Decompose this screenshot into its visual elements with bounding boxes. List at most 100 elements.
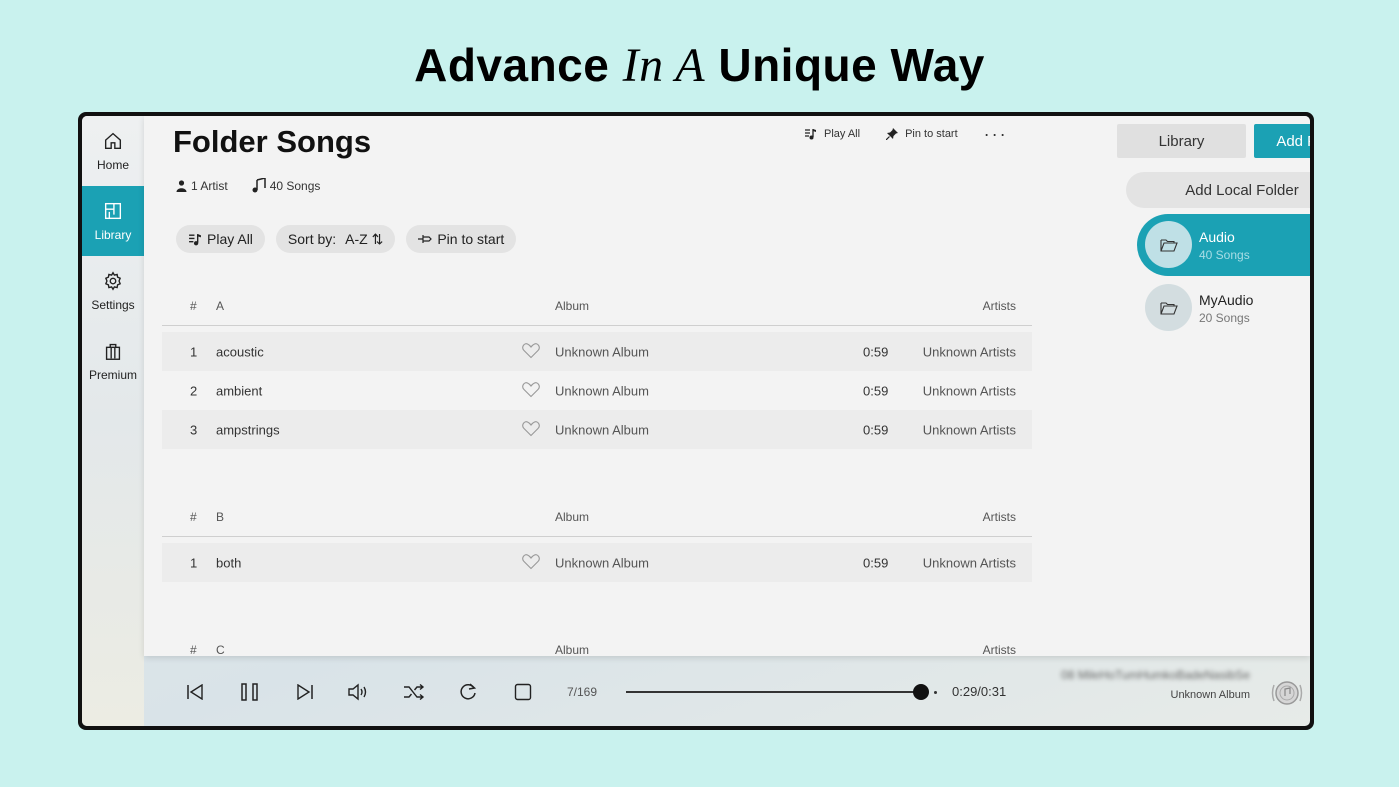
skip-next-icon <box>297 684 313 700</box>
action-pills: Play All Sort by: A-Z ⇅ Pin to start <box>176 225 517 253</box>
home-icon <box>104 132 122 150</box>
playback-time: 0:29/0:31 <box>952 684 1007 699</box>
col-num: # <box>190 298 197 313</box>
row-duration: 0:59 <box>863 422 889 437</box>
person-icon <box>176 179 187 192</box>
pause-button[interactable] <box>238 681 262 703</box>
stop-icon <box>514 683 532 701</box>
nav-item-home[interactable]: Home <box>82 116 144 186</box>
header-play-all[interactable]: Play All <box>804 128 860 140</box>
row-artist: Unknown Artists <box>922 383 1016 398</box>
headline-part-1: Advance <box>414 39 610 91</box>
folder-open-icon <box>1159 238 1178 252</box>
nav-label-home: Home <box>96 158 129 172</box>
nav-item-settings[interactable]: Settings <box>82 256 144 326</box>
row-title: ambient <box>216 383 263 398</box>
folder-item-audio[interactable]: Audio 40 Songs <box>1137 214 1310 276</box>
row-album: Unknown Album <box>555 344 649 359</box>
heart-icon[interactable] <box>522 342 540 361</box>
sort-value: A-Z ⇅ <box>345 230 384 247</box>
headline-part-3: Unique Way <box>718 39 985 91</box>
heart-icon[interactable] <box>522 381 540 400</box>
now-playing-title: 08 MileHoTumHumkoBadeNasibSe <box>1061 668 1250 682</box>
col-album: Album <box>555 509 590 524</box>
table-row[interactable]: 3 ampstrings Unknown Album 0:59 Unknown … <box>162 410 1032 449</box>
folder-sidebar: Library Add Folder Add Local Folder Audi… <box>1114 116 1310 656</box>
nav-item-library[interactable]: Library <box>82 186 144 256</box>
row-title: both <box>216 555 242 570</box>
col-album: Album <box>555 298 590 313</box>
pin-icon <box>418 235 433 243</box>
header-pin-label: Pin to start <box>905 128 958 140</box>
nav-label-premium: Premium <box>88 368 137 382</box>
songs-table: # A Album Artists 1 acoustic Unknown Alb… <box>162 286 1032 670</box>
row-duration: 0:59 <box>863 383 889 398</box>
track-position: 7/169 <box>567 685 598 699</box>
skip-previous-icon <box>187 684 203 700</box>
folder-item-myaudio[interactable]: MyAudio 20 Songs <box>1137 277 1310 339</box>
progress-end-dot <box>934 691 937 694</box>
folder-name: MyAudio <box>1199 292 1254 308</box>
play-all-button[interactable]: Play All <box>176 225 265 253</box>
sort-dropdown[interactable]: Sort by: A-Z ⇅ <box>275 225 396 253</box>
device-frame: Home Library Settings Premium Folder Son… <box>78 112 1314 730</box>
nav-item-premium[interactable]: Premium <box>82 326 144 396</box>
pause-icon <box>241 683 258 701</box>
artist-count: 1 Artist <box>176 179 228 193</box>
header-pin-to-start[interactable]: Pin to start <box>886 128 958 140</box>
album-art-icon <box>1271 681 1303 705</box>
add-local-folder-button[interactable]: Add Local Folder <box>1126 172 1310 208</box>
previous-button[interactable] <box>184 681 206 703</box>
folder-count: 40 Songs <box>1199 248 1250 262</box>
row-artist: Unknown Artists <box>922 555 1016 570</box>
volume-icon <box>348 683 367 701</box>
folder-open-icon <box>1159 301 1178 315</box>
playlist-icon <box>189 233 201 245</box>
page-title: Folder Songs <box>173 124 372 159</box>
volume-button[interactable] <box>347 681 371 703</box>
group-letter: A <box>216 298 225 313</box>
folder-count: 20 Songs <box>1199 311 1250 325</box>
folder-avatar <box>1145 221 1192 268</box>
folder-meta: 1 Artist 40 Songs <box>176 178 320 193</box>
row-title: acoustic <box>216 344 264 359</box>
progress-track[interactable] <box>626 691 918 693</box>
main-panel: Folder Songs 1 Artist 40 Songs Play All … <box>144 116 1310 657</box>
group-letter: C <box>216 643 225 657</box>
col-num: # <box>190 509 197 524</box>
playlist-icon <box>805 129 816 140</box>
heart-icon[interactable] <box>522 553 540 572</box>
nav-rail: Home Library Settings Premium <box>82 116 144 726</box>
row-album: Unknown Album <box>555 383 649 398</box>
table-row[interactable]: 1 both Unknown Album 0:59 Unknown Artist… <box>162 543 1032 582</box>
row-num: 1 <box>190 344 198 359</box>
row-num: 1 <box>190 555 198 570</box>
shuffle-button[interactable] <box>402 681 426 703</box>
play-all-label: Play All <box>207 231 253 247</box>
row-num: 2 <box>190 383 198 398</box>
table-row[interactable]: 1 acoustic Unknown Album 0:59 Unknown Ar… <box>162 332 1032 371</box>
pin-to-start-button[interactable]: Pin to start <box>406 225 517 253</box>
heart-icon[interactable] <box>522 420 540 439</box>
row-album: Unknown Album <box>555 422 649 437</box>
stop-button[interactable] <box>512 681 534 703</box>
player-bar: 7/169 0:29/0:31 08 MileHoTumHumkoBadeNas… <box>144 656 1310 726</box>
folder-name: Audio <box>1199 229 1235 245</box>
more-options-button[interactable]: ··· <box>984 125 1008 143</box>
next-button[interactable] <box>294 681 316 703</box>
table-row[interactable]: 2 ambient Unknown Album 0:59 Unknown Art… <box>162 371 1032 410</box>
row-duration: 0:59 <box>863 344 889 359</box>
library-button[interactable]: Library <box>1117 124 1246 158</box>
sort-by-label: Sort by: <box>287 231 337 247</box>
library-icon <box>104 202 122 220</box>
progress-handle[interactable] <box>913 684 929 700</box>
shopping-bag-icon <box>105 343 121 360</box>
pin-icon <box>886 128 899 140</box>
row-num: 3 <box>190 422 198 437</box>
repeat-icon <box>460 683 477 700</box>
repeat-button[interactable] <box>457 681 479 703</box>
add-folder-button[interactable]: Add Folder <box>1254 124 1310 158</box>
headline-part-2: In A <box>622 39 706 92</box>
artist-count-label: 1 Artist <box>191 178 228 193</box>
col-artists: Artists <box>982 298 1016 313</box>
